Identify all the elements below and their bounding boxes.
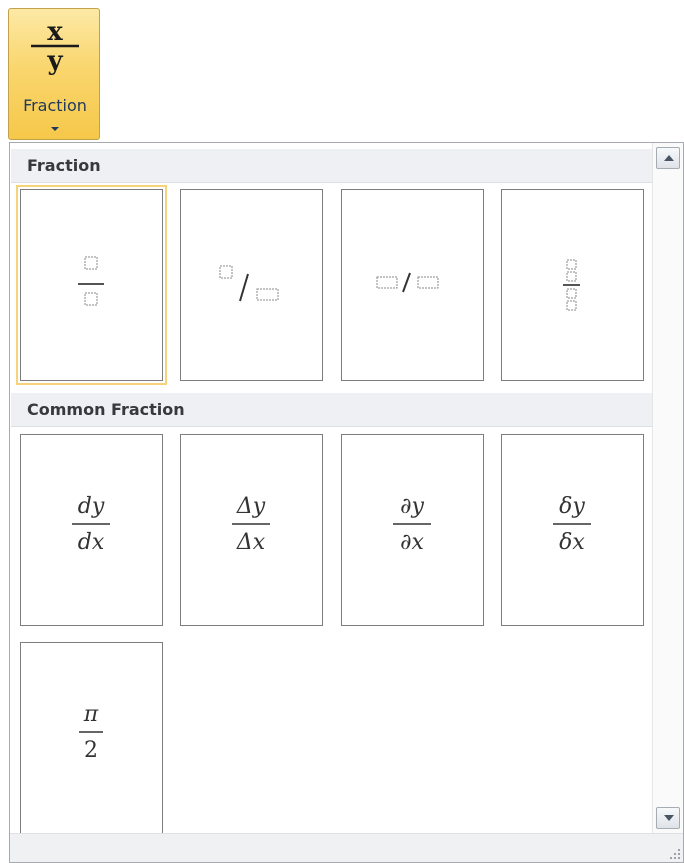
fraction-numerator: δy [559, 494, 585, 519]
fraction-numerator: π [83, 702, 99, 727]
fraction-denominator: δx [559, 530, 585, 555]
fraction-gallery: Fraction Common Fraction dy dx Δy Δx ∂y … [9, 142, 684, 863]
stacked-fraction-icon [78, 256, 104, 306]
linear-fraction-icon [376, 272, 439, 293]
gallery-item-small-delta-y-small-delta-x[interactable]: δy δx [501, 434, 644, 626]
fraction-denominator: ∂x [400, 530, 424, 555]
chevron-up-icon [664, 155, 674, 161]
ribbon-button-label: Fraction [23, 96, 87, 115]
fraction-denominator: Δx [236, 530, 266, 555]
dropdown-arrow-icon [51, 127, 59, 131]
gallery-item-pi-over-2[interactable]: π 2 [20, 642, 163, 834]
gallery-item-small-fraction[interactable] [501, 189, 644, 381]
section-title: Fraction [27, 156, 101, 175]
fraction-denominator: 2 [84, 738, 98, 763]
section-header-common-fraction: Common Fraction [11, 393, 654, 427]
gallery-scrollbar[interactable] [652, 143, 683, 833]
gallery-item-dy-dx[interactable]: dy dx [20, 434, 163, 626]
fraction-numerator: ∂y [400, 494, 424, 519]
resize-grip-icon [670, 849, 680, 859]
scroll-up-button[interactable] [656, 147, 680, 169]
fraction-x-over-y-icon: x y [31, 17, 79, 76]
fraction-denominator: dx [78, 530, 105, 555]
section-title: Common Fraction [27, 400, 185, 419]
skewed-fraction-icon [219, 265, 279, 302]
gallery-item-partial-y-partial-x[interactable]: ∂y ∂x [341, 434, 484, 626]
fraction-numerator: dy [78, 494, 105, 519]
small-fraction-icon [563, 259, 580, 311]
gallery-resize-bar[interactable] [10, 833, 683, 862]
gallery-item-delta-y-delta-x[interactable]: Δy Δx [180, 434, 323, 626]
gallery-item-skewed-fraction[interactable] [180, 189, 323, 381]
gallery-item-linear-fraction[interactable] [341, 189, 484, 381]
gallery-item-stacked-fraction[interactable] [16, 185, 167, 385]
ribbon-icon-denominator: y [46, 46, 63, 76]
fraction-numerator: Δy [236, 494, 266, 519]
section-header-fraction: Fraction [11, 149, 654, 183]
fraction-ribbon-button[interactable]: x y Fraction [8, 8, 100, 140]
chevron-down-icon [664, 815, 674, 821]
scroll-down-button[interactable] [656, 807, 680, 829]
ribbon-icon-numerator: x [47, 17, 63, 47]
